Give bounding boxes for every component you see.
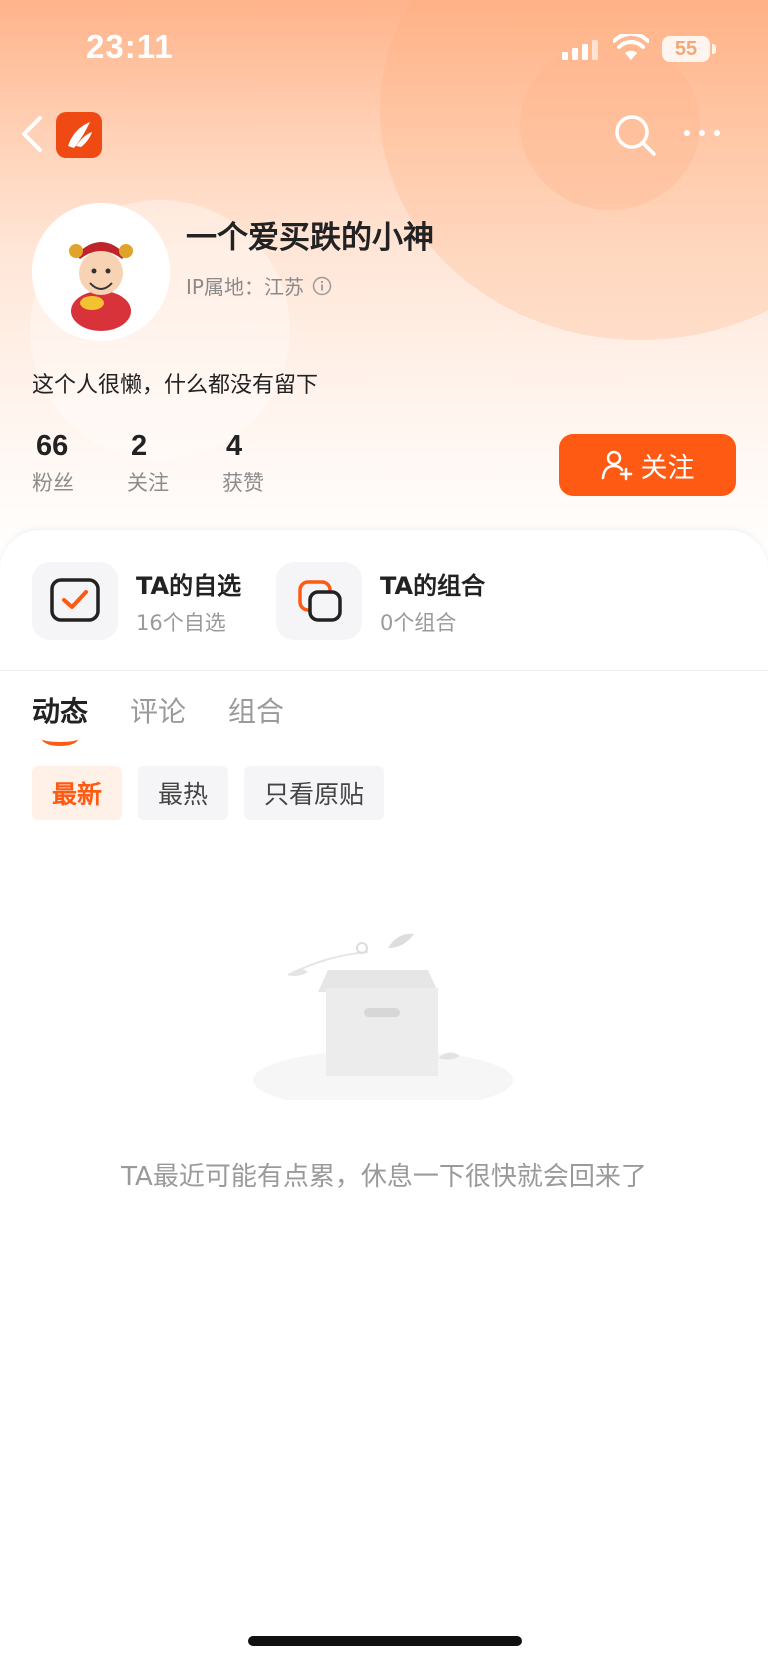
stat-likes[interactable]: 4 获赞 <box>222 430 317 497</box>
avatar-image <box>32 203 170 341</box>
stat-value: 66 <box>36 430 69 462</box>
tab-label: 评论 <box>130 695 187 728</box>
portfolio-title: TA的组合 <box>380 571 486 600</box>
status-time: 23:11 <box>86 28 174 65</box>
stat-value: 2 <box>131 430 148 462</box>
content-tabs: 动态 评论 组合 <box>32 690 284 746</box>
portfolio-entry[interactable]: TA的组合 0个组合 <box>276 562 485 640</box>
back-button[interactable] <box>18 114 48 154</box>
stat-followers[interactable]: 66 粉丝 <box>32 430 127 497</box>
status-bar: 23:11 55 <box>0 0 768 100</box>
profile-bio: 这个人很懒，什么都没有留下 <box>32 373 319 398</box>
cellular-signal-icon <box>562 40 598 60</box>
watchlist-count: 16个自选 <box>136 610 226 635</box>
search-icon <box>615 115 656 156</box>
home-indicator[interactable] <box>248 1636 522 1646</box>
ip-location: IP属地：江苏 <box>186 271 332 300</box>
stat-value: 4 <box>226 430 243 462</box>
app-logo-icon[interactable] <box>56 112 102 158</box>
filter-hot[interactable]: 最热 <box>138 766 229 820</box>
username: 一个爱买跌的小神 <box>186 220 434 256</box>
add-user-icon <box>601 450 632 481</box>
stat-label: 关注 <box>127 471 169 495</box>
more-icon <box>684 130 720 136</box>
follow-label: 关注 <box>640 452 695 484</box>
portfolio-count: 0个组合 <box>380 610 457 635</box>
tab-comments[interactable]: 评论 <box>130 690 186 730</box>
search-button[interactable] <box>612 112 658 162</box>
profile-stats: 66 粉丝 2 关注 4 获赞 <box>32 430 317 497</box>
stacked-squares-icon <box>298 580 342 622</box>
wifi-icon <box>613 34 649 60</box>
divider <box>0 670 768 671</box>
empty-box-illustration <box>253 933 513 1100</box>
follow-button[interactable]: 关注 <box>559 434 736 496</box>
tab-label: 组合 <box>228 695 285 728</box>
watchlist-entry[interactable]: TA的自选 16个自选 <box>32 562 241 640</box>
active-tab-indicator <box>42 732 78 746</box>
chevron-left-icon <box>22 116 42 152</box>
feed-filters: 最新 最热 只看原贴 <box>32 766 385 820</box>
avatar[interactable] <box>32 203 170 341</box>
tab-feed[interactable]: 动态 <box>32 690 89 746</box>
watchlist-title: TA的自选 <box>136 571 242 600</box>
checkbox-icon <box>50 578 100 622</box>
filter-latest[interactable]: 最新 <box>32 766 123 820</box>
filter-original-only[interactable]: 只看原贴 <box>244 766 385 820</box>
stat-following[interactable]: 2 关注 <box>127 430 222 497</box>
stat-label: 粉丝 <box>32 471 74 495</box>
empty-state-message: TA最近可能有点累，休息一下很快就会回来了 <box>121 1162 647 1192</box>
stat-label: 获赞 <box>222 471 264 495</box>
tab-label: 动态 <box>32 695 89 728</box>
battery-icon: 55 <box>662 36 710 62</box>
ip-location-label: IP属地：江苏 <box>186 275 304 299</box>
info-icon[interactable] <box>312 276 332 296</box>
tab-portfolios[interactable]: 组合 <box>228 690 284 730</box>
more-button[interactable] <box>682 124 722 143</box>
